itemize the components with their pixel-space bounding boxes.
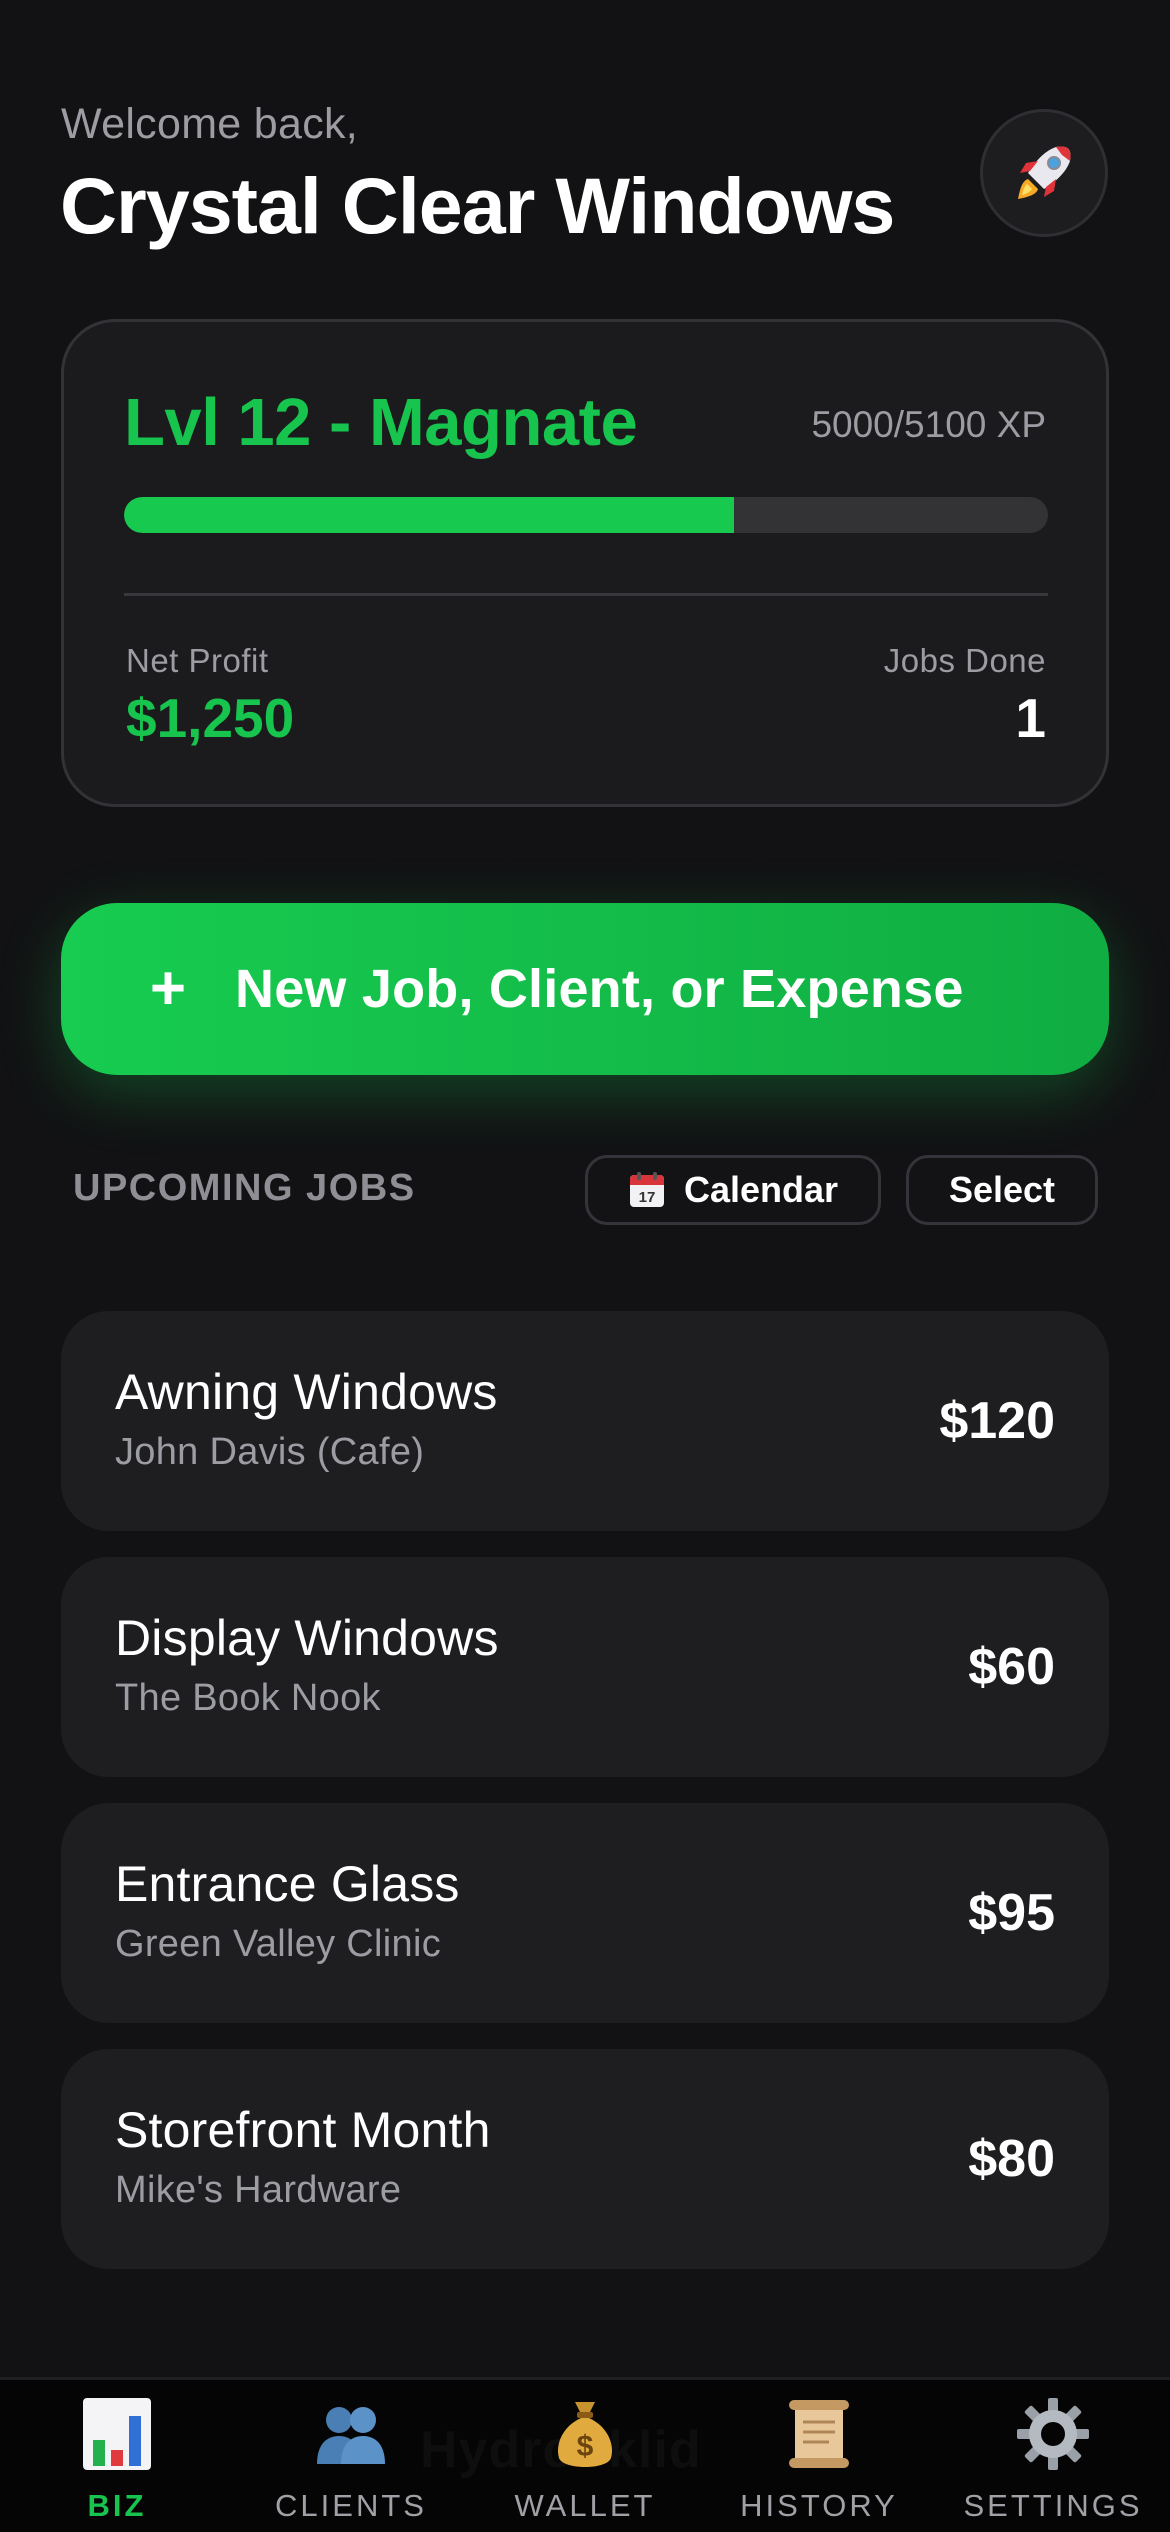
welcome-text: Welcome back,: [61, 100, 359, 148]
net-profit-value: $1,250: [126, 687, 295, 749]
new-button-label: New Job, Client, or Expense: [235, 959, 964, 1019]
job-title: Awning Windows: [115, 1364, 498, 1420]
card-divider: [124, 593, 1048, 596]
job-price: $120: [939, 1392, 1055, 1450]
gear-icon: [1017, 2398, 1089, 2470]
users-icon: [317, 2407, 385, 2464]
svg-text:$: $: [577, 2430, 594, 2463]
plus-icon: +: [149, 954, 187, 1023]
company-name: Crystal Clear Windows: [60, 161, 895, 250]
tab-label: SETTINGS: [963, 2488, 1143, 2523]
tab-settings[interactable]: SETTINGS: [936, 2394, 1170, 2524]
tab-label: CLIENTS: [275, 2488, 427, 2523]
job-title: Entrance Glass: [115, 1856, 460, 1912]
jobs-done-label: Jobs Done: [883, 642, 1046, 679]
job-price: $60: [968, 1638, 1055, 1696]
tab-clients[interactable]: CLIENTS: [234, 2394, 468, 2524]
job-title: Storefront Month: [115, 2102, 491, 2158]
tab-biz[interactable]: BIZ: [0, 2394, 234, 2524]
job-title: Display Windows: [115, 1610, 499, 1666]
job-client: The Book Nook: [115, 1677, 381, 1719]
svg-text:17: 17: [639, 1189, 656, 1206]
job-client: Green Valley Clinic: [115, 1923, 442, 1965]
upcoming-jobs-title: UPCOMING JOBS: [73, 1167, 416, 1209]
bottom-tab-bar: Hydrooklid BIZ CLIENTS $ WALLET: [0, 2377, 1170, 2532]
job-card[interactable]: Entrance Glass Green Valley Clinic $95: [61, 1803, 1109, 2023]
calendar-button-label: Calendar: [683, 1169, 839, 1210]
job-price: $80: [968, 2130, 1055, 2188]
new-job-client-expense-button[interactable]: + New Job, Client, or Expense: [61, 903, 1109, 1075]
job-card[interactable]: Display Windows The Book Nook $60: [61, 1557, 1109, 1777]
net-profit-label: Net Profit: [126, 642, 269, 679]
scroll-icon: [789, 2400, 849, 2468]
tab-label: WALLET: [514, 2488, 656, 2523]
job-client: John Davis (Cafe): [115, 1431, 425, 1473]
money-bag-icon: $: [557, 2402, 613, 2467]
tab-label: HISTORY: [740, 2488, 898, 2523]
xp-text: 5000/5100 XP: [811, 404, 1046, 445]
tab-history[interactable]: HISTORY: [702, 2394, 936, 2524]
tab-label: BIZ: [87, 2488, 147, 2523]
rocket-icon: [1018, 146, 1071, 199]
rocket-button[interactable]: [980, 109, 1108, 237]
xp-progress-fill: [124, 497, 734, 533]
job-card[interactable]: Storefront Month Mike's Hardware $80: [61, 2049, 1109, 2269]
select-button[interactable]: Select: [906, 1155, 1098, 1225]
job-price: $95: [968, 1884, 1055, 1942]
bar-chart-icon: [83, 2398, 151, 2470]
select-button-label: Select: [948, 1169, 1056, 1210]
calendar-button[interactable]: 17 Calendar: [585, 1155, 881, 1225]
level-card: Lvl 12 - Magnate 5000/5100 XP Net Profit…: [61, 319, 1109, 807]
job-card[interactable]: Awning Windows John Davis (Cafe) $120: [61, 1311, 1109, 1531]
level-title: Lvl 12 - Magnate: [124, 385, 638, 460]
job-client: Mike's Hardware: [115, 2169, 402, 2211]
jobs-done-value: 1: [1015, 687, 1046, 749]
xp-progress-bar: [124, 497, 1048, 533]
calendar-icon: 17: [629, 1172, 664, 1207]
tab-wallet[interactable]: $ WALLET: [468, 2394, 702, 2524]
